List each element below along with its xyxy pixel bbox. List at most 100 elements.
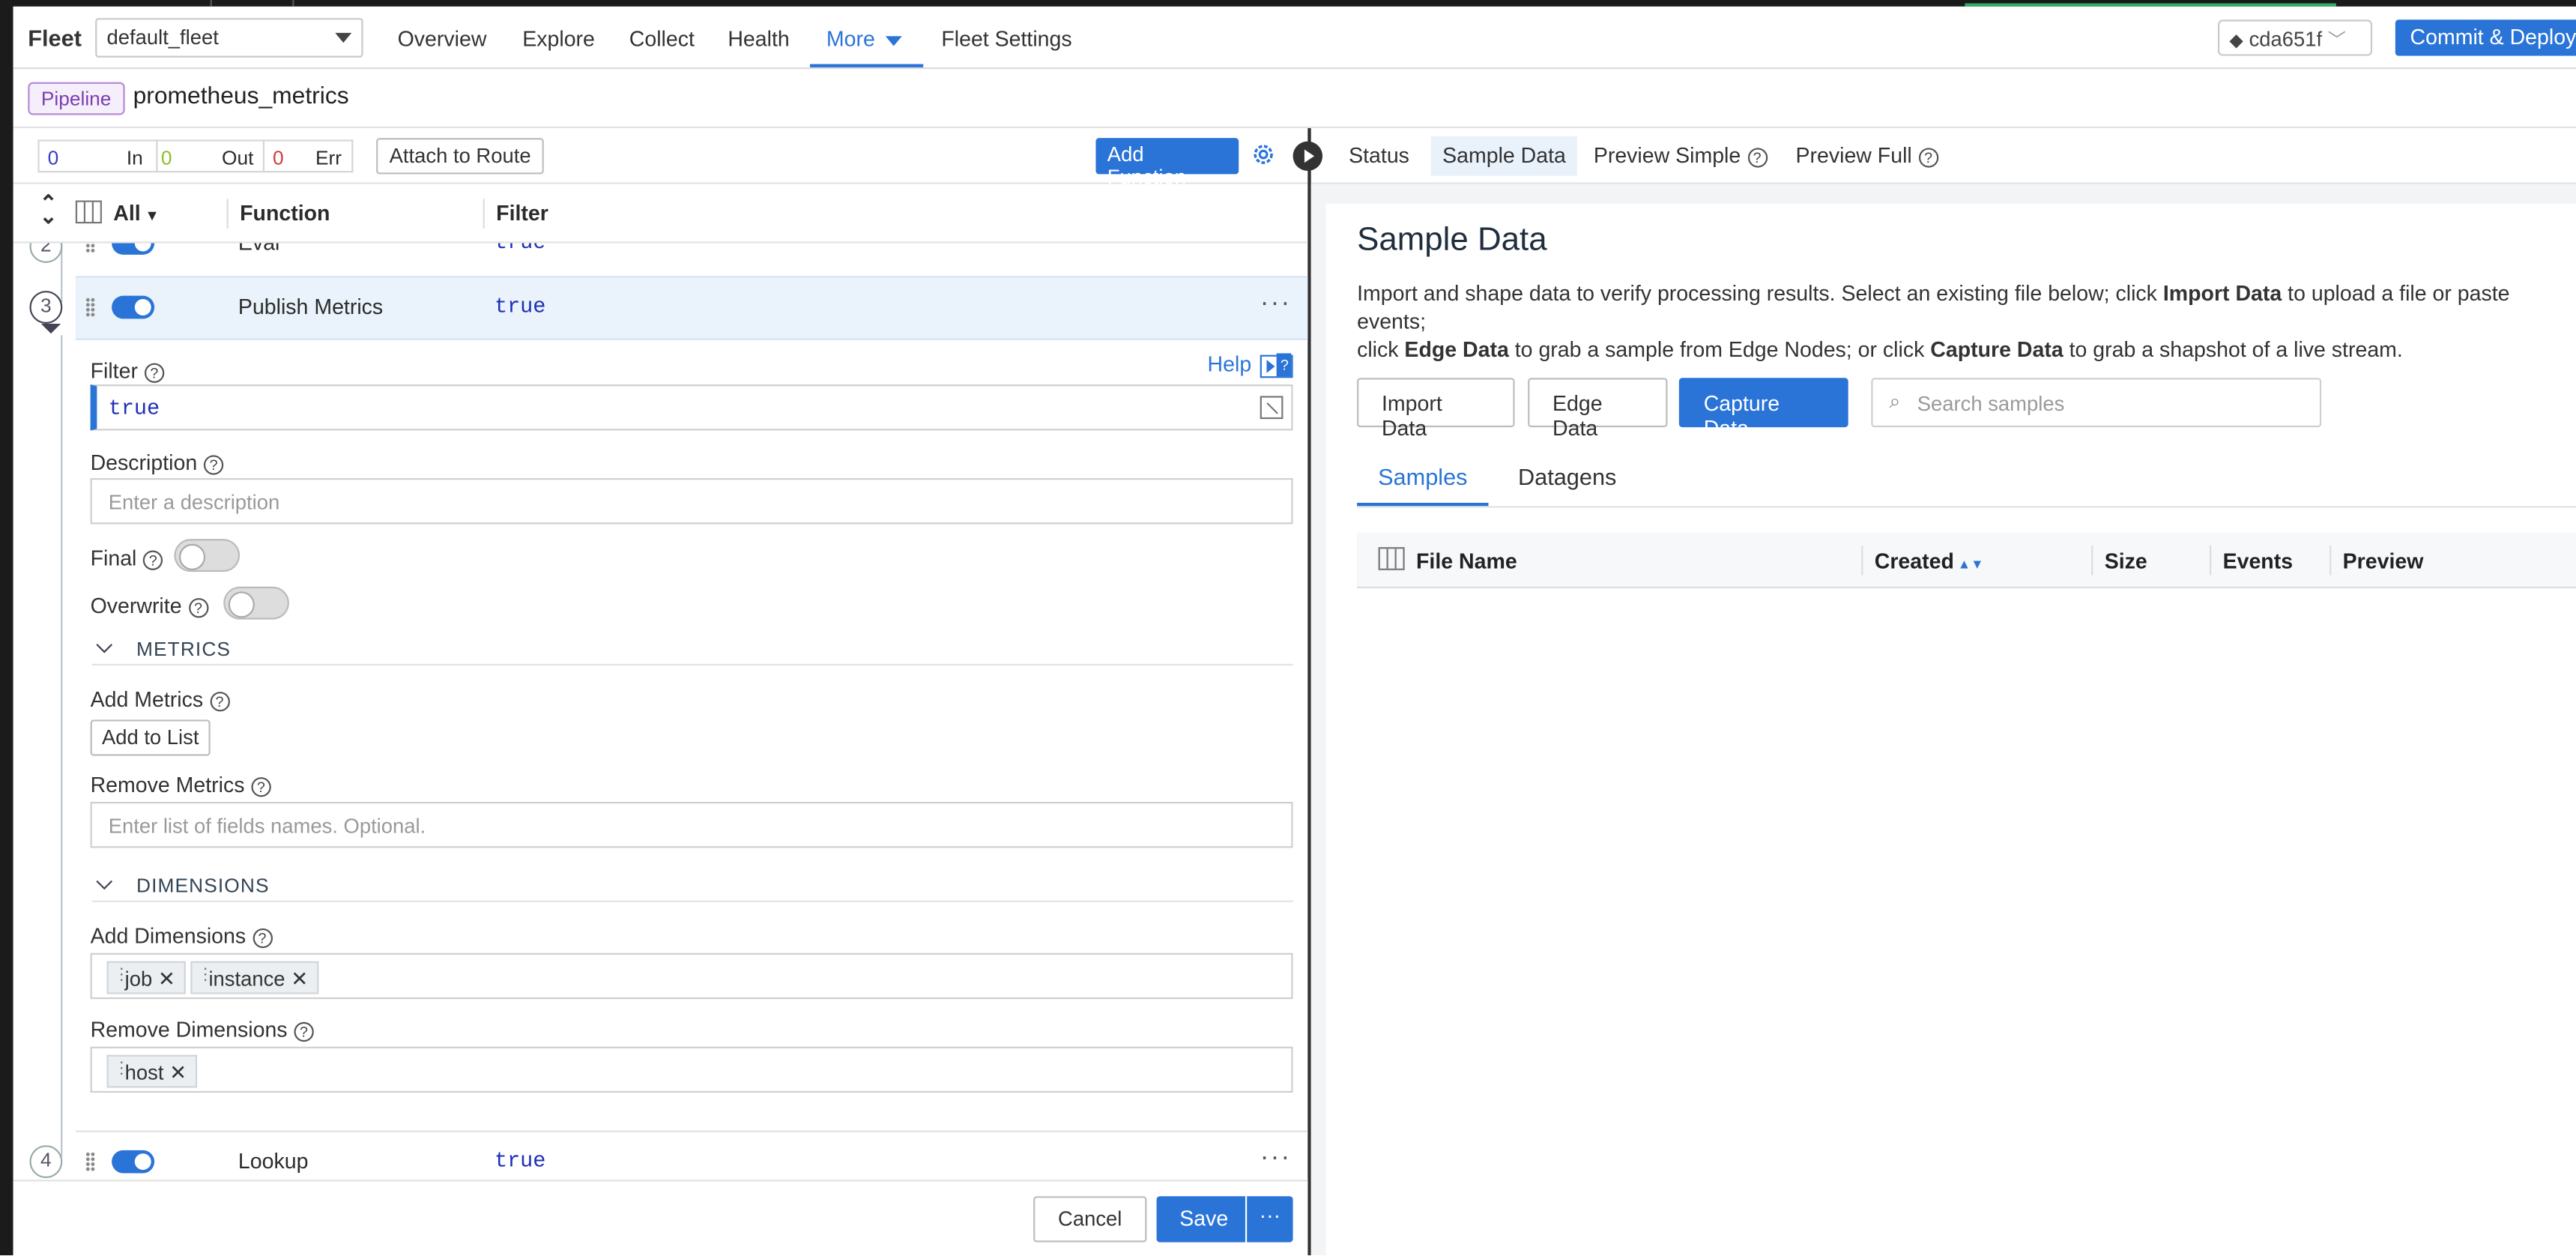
desc-text: Import and shape data to verify processi… — [1357, 281, 2163, 306]
function-row-lookup[interactable]: Lookup true ··· — [76, 1131, 1307, 1180]
tab-preview-full[interactable]: Preview Full? — [1784, 136, 1950, 176]
fleet-select-value: default_fleet — [107, 26, 219, 49]
final-toggle[interactable] — [174, 539, 240, 572]
err-label: Err — [315, 146, 342, 169]
columns-icon[interactable] — [76, 200, 102, 223]
help-link[interactable]: Help ? — [1208, 351, 1294, 377]
capture-data-button[interactable]: Capture Data — [1679, 378, 1848, 427]
nav-more[interactable]: More — [826, 26, 901, 51]
nav-health[interactable]: Health — [728, 26, 789, 51]
remove-dimensions-input[interactable]: host ✕ — [91, 1047, 1293, 1093]
add-dimensions-input[interactable]: job ✕ instance ✕ — [91, 953, 1293, 999]
close-icon[interactable]: ✕ — [169, 1061, 187, 1084]
chevron-down-icon — [96, 637, 112, 653]
chevron-down-icon — [96, 873, 112, 890]
sample-data-description: Import and shape data to verify processi… — [1357, 280, 2573, 363]
save-options-icon[interactable]: ··· — [1247, 1196, 1292, 1242]
dimensions-section-header[interactable]: DIMENSIONS — [92, 872, 1293, 902]
add-function-button[interactable]: Add Function — [1095, 138, 1239, 174]
fleet-select[interactable]: default_fleet — [95, 18, 363, 58]
nav-active-underline — [810, 64, 923, 67]
search-placeholder: Search samples — [1917, 393, 2065, 416]
metrics-section-header[interactable]: METRICS — [92, 636, 1293, 665]
remove-metrics-label-text: Remove Metrics — [91, 773, 245, 797]
search-samples-input[interactable]: ⌕ Search samples — [1871, 378, 2321, 427]
enable-toggle[interactable] — [112, 244, 154, 255]
gear-icon[interactable] — [1251, 142, 1277, 168]
more-options-icon[interactable]: ··· — [1260, 244, 1292, 255]
add-dimensions-label-text: Add Dimensions — [91, 923, 247, 948]
description-placeholder: Enter a description — [109, 492, 280, 515]
preview-header[interactable]: Preview — [2343, 549, 2424, 573]
function-row-eval[interactable]: Eval true ··· — [76, 244, 1307, 275]
err-counter: 0 Err — [263, 139, 354, 172]
nav-overview[interactable]: Overview — [398, 26, 487, 51]
file-name-header[interactable]: File Name — [1416, 549, 1517, 573]
events-header[interactable]: Events — [2223, 549, 2293, 573]
expand-editor-icon[interactable] — [1260, 396, 1284, 419]
out-value: 0 — [161, 146, 172, 169]
drag-handle-icon[interactable] — [85, 298, 95, 317]
help-icon: ? — [145, 363, 164, 382]
nav-explore[interactable]: Explore — [522, 26, 595, 51]
overwrite-toggle[interactable] — [223, 587, 289, 620]
import-data-button[interactable]: Import Data — [1357, 378, 1514, 427]
breadcrumb: Pipeline prometheus_metrics — [13, 69, 2576, 128]
tab-preview-simple[interactable]: Preview Simple? — [1582, 136, 1778, 176]
add-metrics-label: Add Metrics? — [91, 687, 230, 712]
final-label: Final? — [91, 546, 163, 570]
description-input[interactable]: Enter a description — [91, 478, 1293, 524]
add-dimensions-label: Add Dimensions? — [91, 923, 273, 948]
step-number: 3 — [29, 291, 62, 324]
save-button[interactable]: Save — [1157, 1196, 1245, 1242]
in-value: 0 — [48, 146, 59, 169]
nav-collect[interactable]: Collect — [629, 26, 695, 51]
tab-sample-data[interactable]: Sample Data — [1431, 136, 1577, 176]
caret-down-icon — [885, 35, 901, 45]
branch-selector[interactable]: ◆ cda651f ﹀ — [2218, 19, 2372, 55]
right-tabs: Status Sample Data Preview Simple? Previ… — [1311, 128, 2576, 184]
collapse-all-icon[interactable]: ⌃⌄ — [40, 197, 58, 223]
timeline-line — [61, 335, 62, 1156]
add-to-list-button[interactable]: Add to List — [91, 719, 211, 755]
tab-samples[interactable]: Samples — [1357, 463, 1488, 506]
more-options-icon[interactable]: ··· — [1260, 1144, 1292, 1173]
tab-status[interactable]: Status — [1337, 136, 1421, 176]
size-header[interactable]: Size — [2105, 549, 2147, 573]
function-filter: true — [495, 1149, 545, 1174]
enable-toggle[interactable] — [112, 1150, 154, 1174]
desc-text: to grab a shapshot of a live stream. — [2063, 336, 2403, 361]
attach-to-route-button[interactable]: Attach to Route — [376, 138, 544, 174]
drag-handle-icon[interactable] — [85, 1152, 95, 1171]
enable-toggle[interactable] — [112, 296, 154, 319]
remove-dimensions-label-text: Remove Dimensions — [91, 1017, 288, 1042]
drag-handle-icon[interactable] — [85, 244, 95, 253]
close-icon[interactable]: ✕ — [158, 967, 175, 991]
help-icon: ? — [1747, 147, 1767, 166]
created-header[interactable]: Created ▲▼ — [1875, 549, 1984, 573]
desc-text: to grab a sample from Edge Nodes; or cli… — [1509, 336, 1930, 361]
edge-data-button[interactable]: Edge Data — [1528, 378, 1667, 427]
columns-icon[interactable] — [1379, 547, 1405, 570]
nav-fleet-settings[interactable]: Fleet Settings — [941, 26, 1071, 51]
tab-datagens[interactable]: Datagens — [1518, 463, 1616, 489]
cancel-button[interactable]: Cancel — [1033, 1196, 1146, 1242]
help-icon: ? — [188, 597, 208, 617]
editor-footer: Cancel Save ··· — [13, 1180, 1308, 1255]
out-counter: 0 Out — [156, 139, 264, 172]
close-icon[interactable]: ✕ — [291, 967, 308, 991]
help-icon: ? — [143, 550, 163, 570]
out-label: Out — [222, 146, 253, 169]
commit-deploy-button[interactable]: Commit & Deploy — [2395, 19, 2576, 55]
function-row-publish-metrics[interactable]: Publish Metrics true ··· — [76, 276, 1307, 338]
all-filter-dropdown[interactable]: All ▼ — [113, 200, 159, 225]
description-line-1: Import and shape data to verify processi… — [1357, 280, 2573, 336]
help-icon: ? — [253, 928, 272, 947]
more-options-icon[interactable]: ··· — [1260, 289, 1292, 318]
sample-data-card: Sample Data Import and shape data to ver… — [1325, 204, 2576, 1255]
samples-table-header: File Name Created ▲▼ Size Events Preview — [1357, 532, 2576, 588]
err-value: 0 — [273, 146, 284, 169]
filter-input[interactable]: true — [91, 384, 1293, 430]
search-icon: ⌕ — [1889, 390, 1900, 414]
remove-metrics-input[interactable]: Enter list of fields names. Optional. — [91, 802, 1293, 848]
